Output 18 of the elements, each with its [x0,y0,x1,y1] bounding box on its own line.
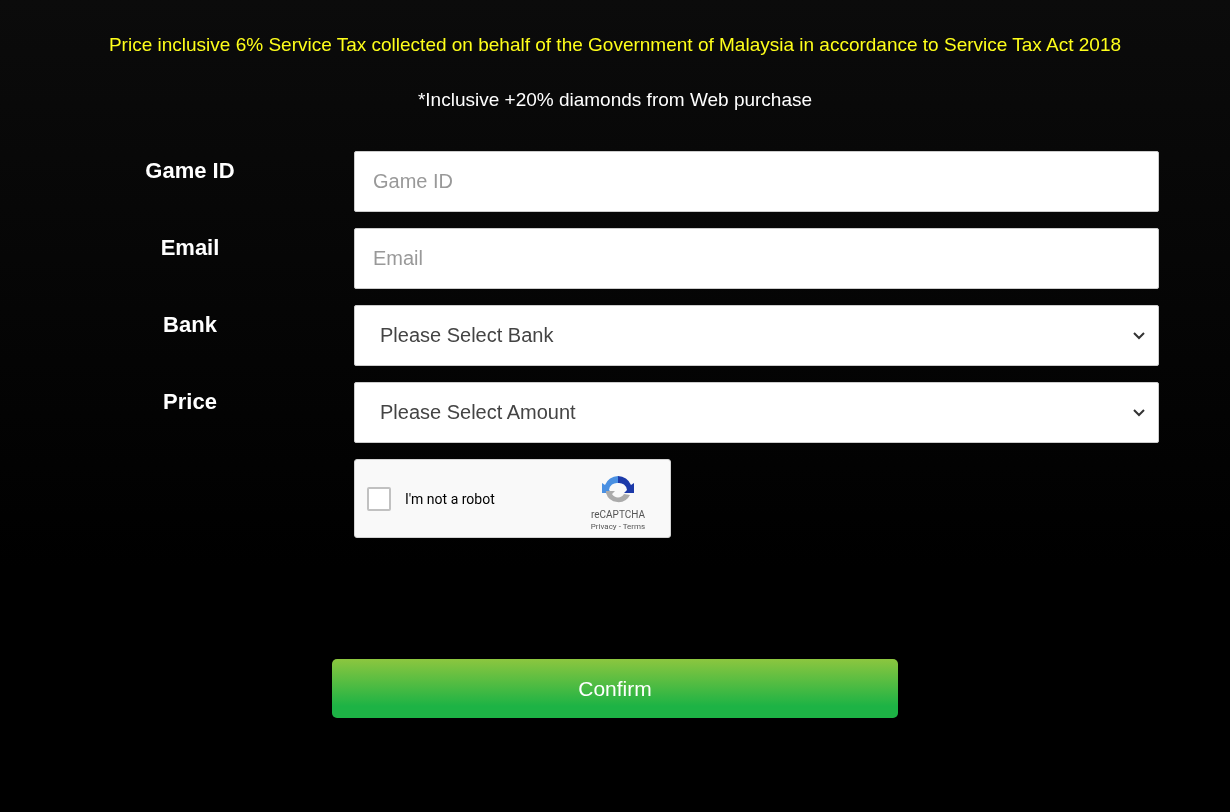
link-separator: - [618,521,621,531]
field-label: Game ID [145,157,235,185]
select-field[interactable]: Please Select Bank [354,305,1159,366]
input-field[interactable]: Game ID [354,151,1159,212]
captcha-label: I'm not a robot [405,490,496,507]
chevron-down-icon [1132,407,1146,418]
field-label: Price [163,388,217,416]
chevron-down-icon [1132,330,1146,341]
terms-link[interactable]: Terms [622,521,646,531]
field-label: Bank [163,311,217,339]
field-label: Email [160,234,220,262]
captcha-brand: reCAPTCHA [591,508,645,520]
privacy-link[interactable]: Privacy [590,521,617,531]
input-field[interactable]: Email [354,228,1159,289]
tax-notice: Price inclusive 6% Service Tax collected on behalf of the Government of Malaysia in accordance to Service Tax Act 2018 [107,33,1123,56]
bonus-note: *Inclusive +20% diamonds from Web purchase [416,89,814,111]
select-field[interactable]: Please Select Amount [354,382,1159,443]
checkbox[interactable] [367,486,391,511]
